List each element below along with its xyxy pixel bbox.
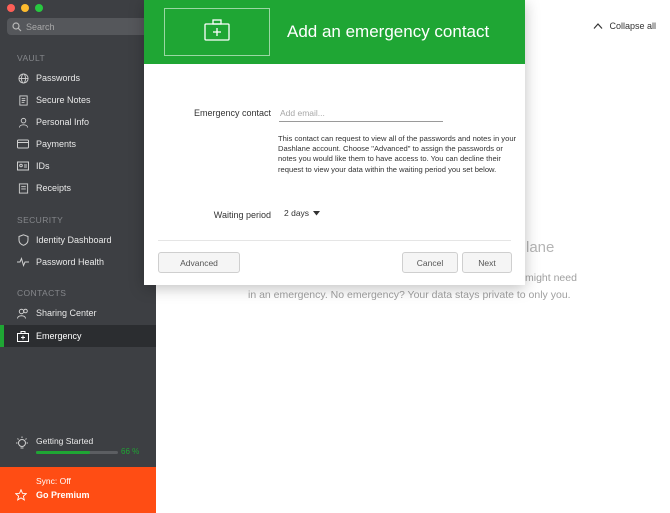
section-label-contacts: CONTACTS — [17, 288, 67, 298]
waiting-period-select[interactable]: 2 days — [284, 208, 321, 218]
dialog-header: Add an emergency contact — [144, 0, 525, 64]
dialog-divider — [158, 240, 511, 241]
shield-icon — [17, 234, 29, 246]
getting-started-percent: 66 % — [121, 447, 140, 456]
sidebar: VAULT Passwords Secure Notes Personal In… — [0, 0, 156, 513]
globe-icon — [17, 72, 29, 84]
search-icon — [11, 21, 22, 32]
emergency-description-line1: might need — [525, 272, 577, 284]
star-icon — [14, 488, 28, 506]
note-icon — [17, 94, 29, 106]
sidebar-item-password-health[interactable]: Password Health — [0, 251, 156, 273]
sidebar-item-label: Sharing Center — [36, 308, 97, 318]
emergency-heading-fragment: lane — [526, 239, 555, 256]
dialog-title: Add an emergency contact — [287, 22, 490, 41]
emergency-contact-label: Emergency contact — [193, 108, 271, 118]
sidebar-item-label: Secure Notes — [36, 95, 91, 105]
emergency-contact-email-input[interactable] — [279, 104, 443, 122]
sidebar-item-label: Emergency — [36, 331, 82, 341]
sidebar-item-receipts[interactable]: Receipts — [0, 177, 156, 199]
id-card-icon — [17, 160, 29, 172]
section-label-vault: VAULT — [17, 53, 46, 63]
getting-started-label: Getting Started — [36, 436, 94, 446]
go-premium-label: Go Premium — [36, 490, 90, 500]
zoom-window-button[interactable] — [35, 4, 43, 12]
sidebar-item-secure-notes[interactable]: Secure Notes — [0, 89, 156, 111]
search-box[interactable] — [7, 18, 152, 35]
sidebar-item-label: Personal Info — [36, 117, 90, 127]
sidebar-item-label: Passwords — [36, 73, 81, 83]
first-aid-kit-icon — [17, 330, 29, 342]
search-input[interactable] — [26, 21, 146, 32]
window-controls — [7, 4, 43, 12]
receipt-icon — [17, 182, 29, 194]
waiting-period-label: Waiting period — [213, 210, 271, 220]
lightbulb-icon — [15, 436, 29, 457]
minimize-window-button[interactable] — [21, 4, 29, 12]
sidebar-item-label: Payments — [36, 139, 77, 149]
sidebar-item-passwords[interactable]: Passwords — [0, 67, 156, 89]
section-label-security: SECURITY — [17, 215, 64, 225]
collapse-all-button[interactable]: Collapse all — [593, 21, 656, 31]
sidebar-item-identity-dashboard[interactable]: Identity Dashboard — [0, 229, 156, 251]
advanced-button[interactable]: Advanced — [158, 252, 240, 273]
dialog-icon-box — [164, 8, 270, 56]
collapse-all-label: Collapse all — [609, 21, 656, 31]
go-premium-button[interactable]: Sync: Off Go Premium — [0, 467, 156, 513]
emergency-contact-help-text: This contact can request to view all of … — [278, 134, 517, 174]
waiting-period-value: 2 days — [284, 208, 310, 218]
getting-started-progress-fill — [36, 451, 91, 454]
getting-started-progress — [36, 451, 118, 454]
emergency-description-line2: in an emergency. No emergency? Your data… — [248, 289, 571, 301]
card-icon — [17, 138, 29, 150]
sidebar-item-label: Receipts — [36, 183, 72, 193]
add-emergency-contact-dialog: Add an emergency contact Emergency conta… — [144, 0, 525, 285]
sidebar-item-payments[interactable]: Payments — [0, 133, 156, 155]
chevron-up-icon — [593, 21, 603, 31]
cancel-button[interactable]: Cancel — [402, 252, 458, 273]
pulse-icon — [17, 256, 29, 268]
person-icon — [17, 116, 29, 128]
sidebar-item-personal-info[interactable]: Personal Info — [0, 111, 156, 133]
next-button[interactable]: Next — [462, 252, 512, 273]
sidebar-item-emergency[interactable]: Emergency — [0, 325, 156, 347]
close-window-button[interactable] — [7, 4, 15, 12]
caret-down-icon — [313, 208, 321, 218]
first-aid-kit-icon — [204, 18, 230, 46]
sync-status: Sync: Off — [36, 476, 71, 486]
people-icon — [17, 307, 29, 319]
sidebar-item-label: Password Health — [36, 257, 105, 267]
getting-started[interactable]: Getting Started 66 % — [0, 430, 156, 466]
sidebar-item-ids[interactable]: IDs — [0, 155, 156, 177]
sidebar-item-label: Identity Dashboard — [36, 235, 112, 245]
sidebar-item-sharing-center[interactable]: Sharing Center — [0, 302, 156, 324]
sidebar-item-label: IDs — [36, 161, 50, 171]
